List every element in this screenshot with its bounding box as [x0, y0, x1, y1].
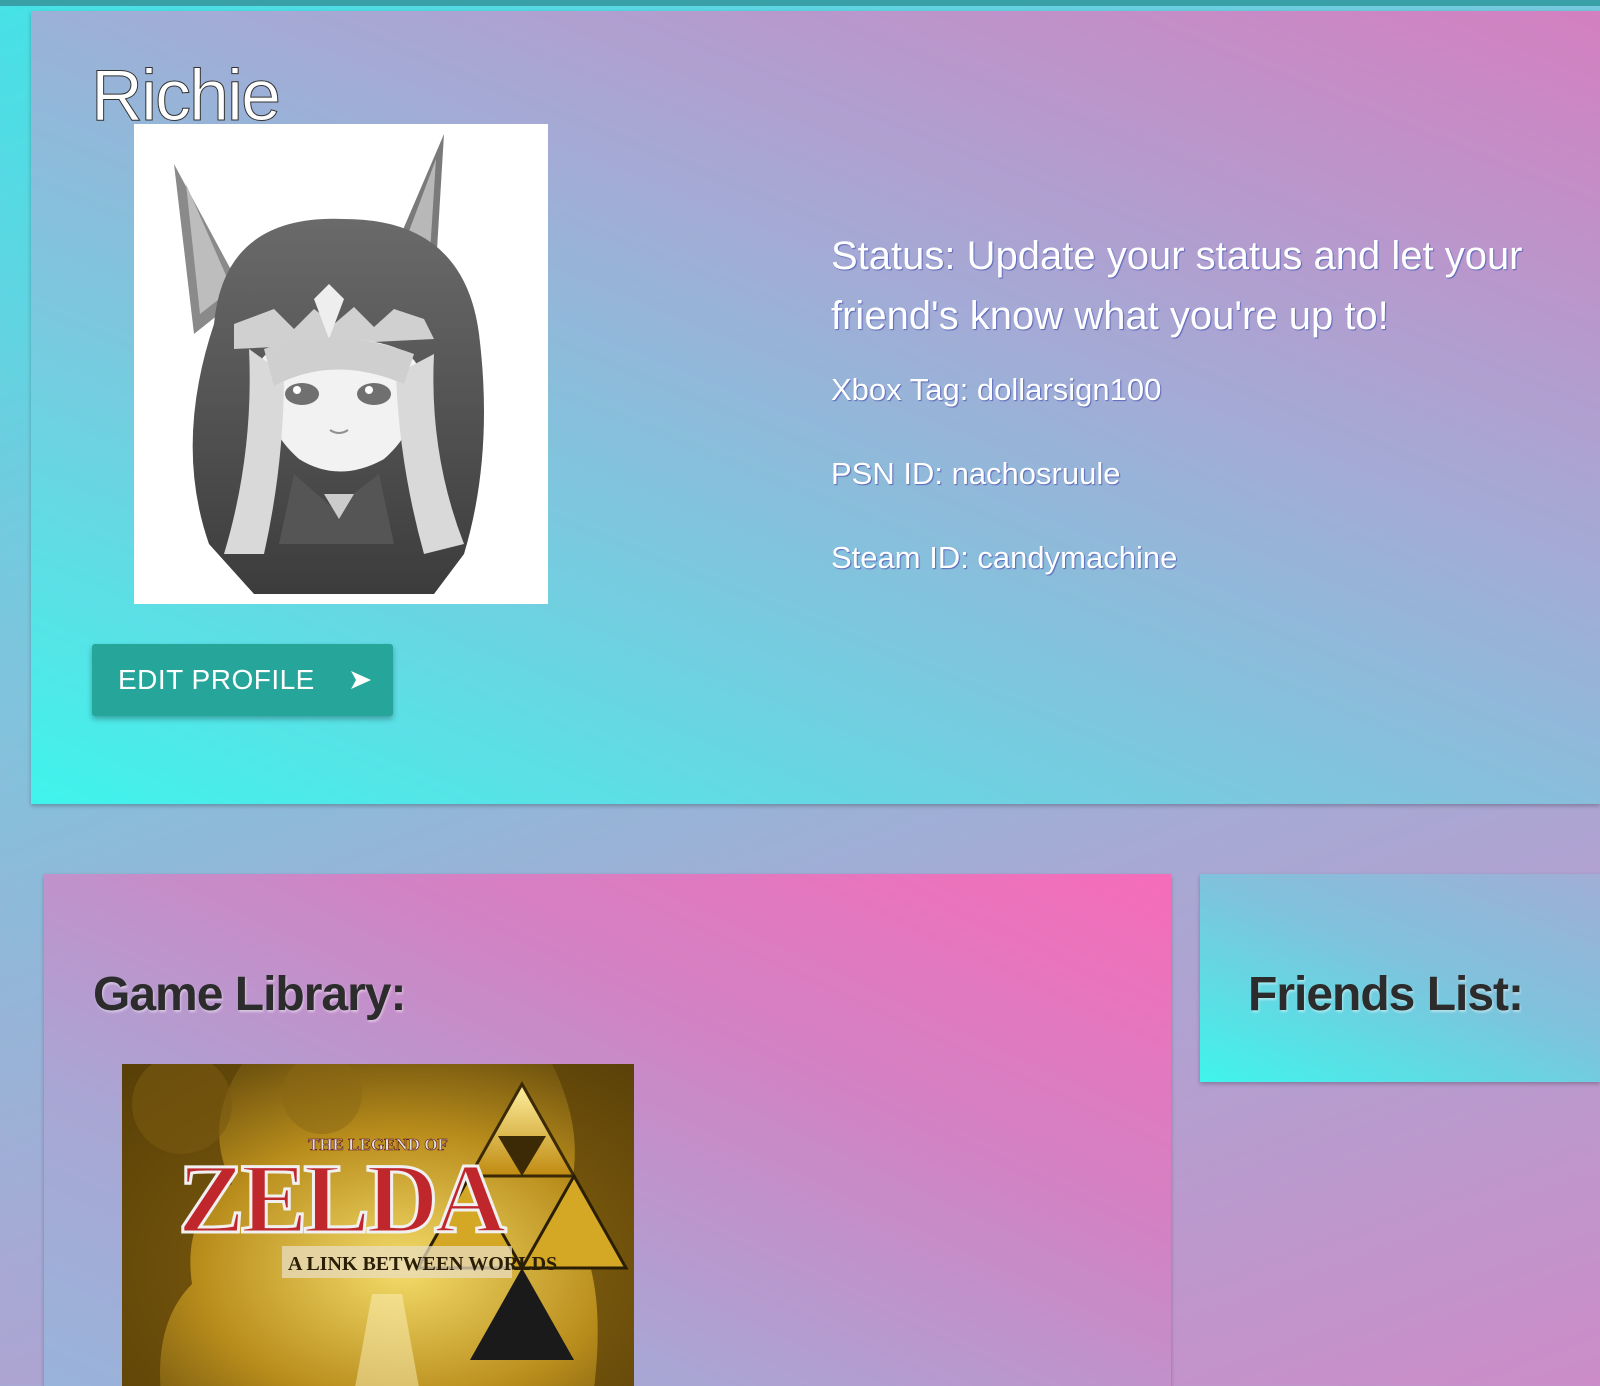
profile-status: Status: Update your status and let your … — [831, 234, 1523, 338]
cover-title: ZELDA — [178, 1143, 506, 1254]
profile-avatar — [134, 124, 548, 604]
friends-list-card: Friends List: — [1200, 874, 1600, 1082]
psn-id: PSN ID: nachosruule — [831, 456, 1121, 491]
game-library-card: Game Library: THE LEGEND OF ZELDA A LINK… — [44, 874, 1171, 1386]
edit-profile-label: EDIT PROFILE — [118, 664, 315, 695]
steam-id: Steam ID: candymachine — [831, 540, 1178, 575]
xbox-tag: Xbox Tag: dollarsign100 — [831, 372, 1162, 407]
edit-profile-button[interactable]: EDIT PROFILE — [92, 644, 393, 716]
game-library-title: Game Library: — [93, 968, 406, 1021]
cover-subtitle: A LINK BETWEEN WORLDS — [288, 1253, 557, 1275]
profile-card: Richie EDIT PROFILE Status: Update your … — [31, 11, 1600, 804]
game-cover-image: THE LEGEND OF ZELDA A LINK BETWEEN WORLD… — [122, 1064, 634, 1386]
game-cover-zelda[interactable]: THE LEGEND OF ZELDA A LINK BETWEEN WORLD… — [122, 1064, 634, 1386]
top-bar — [0, 0, 1600, 6]
profile-info: Status: Update your status and let your … — [831, 226, 1571, 622]
anime-avatar-image — [134, 124, 548, 604]
friends-list-title: Friends List: — [1248, 968, 1524, 1021]
send-arrow-icon — [349, 669, 373, 691]
